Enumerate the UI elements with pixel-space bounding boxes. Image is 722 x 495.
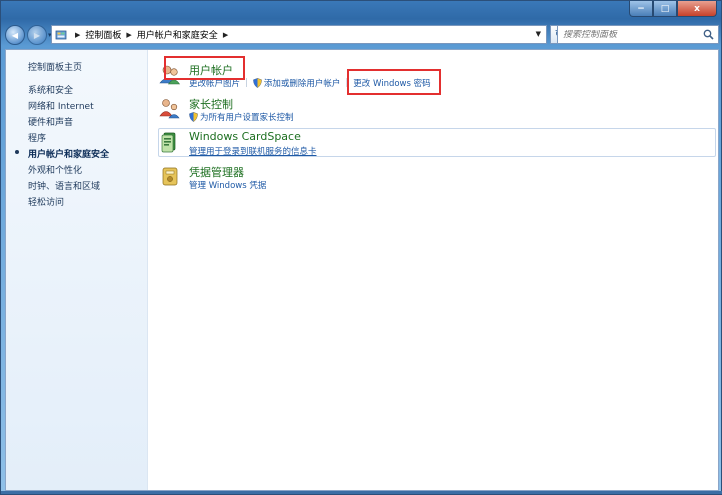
link-divider: | (245, 78, 248, 88)
back-arrow-icon: ◀ (11, 30, 19, 40)
search-icon[interactable] (703, 29, 714, 40)
window-controls: − □ x (629, 1, 717, 17)
breadcrumb-user-accounts-family[interactable]: 用户帐户和家庭安全 (137, 28, 218, 41)
maximize-button[interactable]: □ (653, 1, 677, 17)
manage-information-cards-link[interactable]: 管理用于登录到联机服务的信息卡 (189, 145, 317, 157)
minimize-button[interactable]: − (629, 1, 653, 17)
address-bar[interactable]: ▶ 控制面板 ▶ 用户帐户和家庭安全 ▶ ▼ (51, 25, 547, 44)
active-bullet-icon (15, 150, 19, 154)
uac-shield-icon (253, 78, 262, 88)
section-title-credential-manager[interactable]: 凭据管理器 (189, 164, 244, 180)
sidebar-item-hardware-sound[interactable]: 硬件和声音 (28, 115, 73, 128)
forward-arrow-icon: ▶ (33, 30, 41, 40)
uac-shield-icon (189, 112, 198, 122)
section-title-cardspace[interactable]: Windows CardSpace (189, 130, 301, 143)
family-icon[interactable] (158, 96, 182, 120)
highlight-change-password-link (347, 69, 441, 95)
taskbar-strip (1, 491, 722, 494)
back-button[interactable]: ◀ (5, 25, 25, 45)
window-frame: − □ x ◀ ▶ ▾ ▶ 控制面板 ▶ 用户帐户和家庭安全 ▶ ▼ ↻ (0, 0, 722, 495)
sidebar-item-clock-language-region[interactable]: 时钟、语言和区域 (28, 179, 100, 192)
setup-parental-controls-link[interactable]: 为所有用户设置家长控制 (200, 111, 294, 123)
highlight-user-accounts-title (164, 56, 245, 80)
close-button[interactable]: x (677, 1, 717, 17)
search-input[interactable] (563, 29, 698, 40)
section-links-parental-controls: 为所有用户设置家长控制 (189, 111, 294, 123)
sidebar-item-user-accounts-family[interactable]: 用户帐户和家庭安全 (28, 147, 109, 160)
credential-icon[interactable] (158, 164, 182, 188)
sidebar-item-network-internet[interactable]: 网络和 Internet (28, 99, 94, 112)
section-links-credential-manager: 管理 Windows 凭据 (189, 179, 266, 191)
breadcrumb-separator[interactable]: ▶ (75, 31, 80, 39)
navigation-bar: ◀ ▶ ▾ ▶ 控制面板 ▶ 用户帐户和家庭安全 ▶ ▼ ↻ (5, 23, 719, 47)
sidebar: 控制面板主页 系统和安全 网络和 Internet 硬件和声音 程序 用户帐户和… (6, 50, 148, 490)
add-remove-accounts-link[interactable]: 添加或删除用户帐户 (264, 77, 341, 89)
content-area: 控制面板主页 系统和安全 网络和 Internet 硬件和声音 程序 用户帐户和… (5, 49, 719, 491)
sidebar-item-system-security[interactable]: 系统和安全 (28, 83, 73, 96)
section-title-parental-controls[interactable]: 家长控制 (189, 96, 233, 112)
breadcrumb-control-panel[interactable]: 控制面板 (85, 28, 121, 41)
search-box[interactable] (557, 25, 719, 44)
sidebar-item-programs[interactable]: 程序 (28, 131, 46, 144)
control-panel-icon (55, 30, 67, 39)
breadcrumb-separator[interactable]: ▶ (223, 31, 228, 39)
cardspace-icon[interactable] (158, 130, 182, 154)
forward-button[interactable]: ▶ (27, 25, 47, 45)
sidebar-item-appearance[interactable]: 外观和个性化 (28, 163, 82, 176)
section-links-cardspace: 管理用于登录到联机服务的信息卡 (189, 145, 317, 157)
breadcrumb-separator[interactable]: ▶ (126, 31, 131, 39)
sidebar-item-ease-of-access[interactable]: 轻松访问 (28, 195, 64, 208)
sidebar-item-home[interactable]: 控制面板主页 (28, 60, 82, 73)
address-dropdown-icon[interactable]: ▼ (536, 30, 541, 38)
manage-windows-credentials-link[interactable]: 管理 Windows 凭据 (189, 179, 266, 191)
